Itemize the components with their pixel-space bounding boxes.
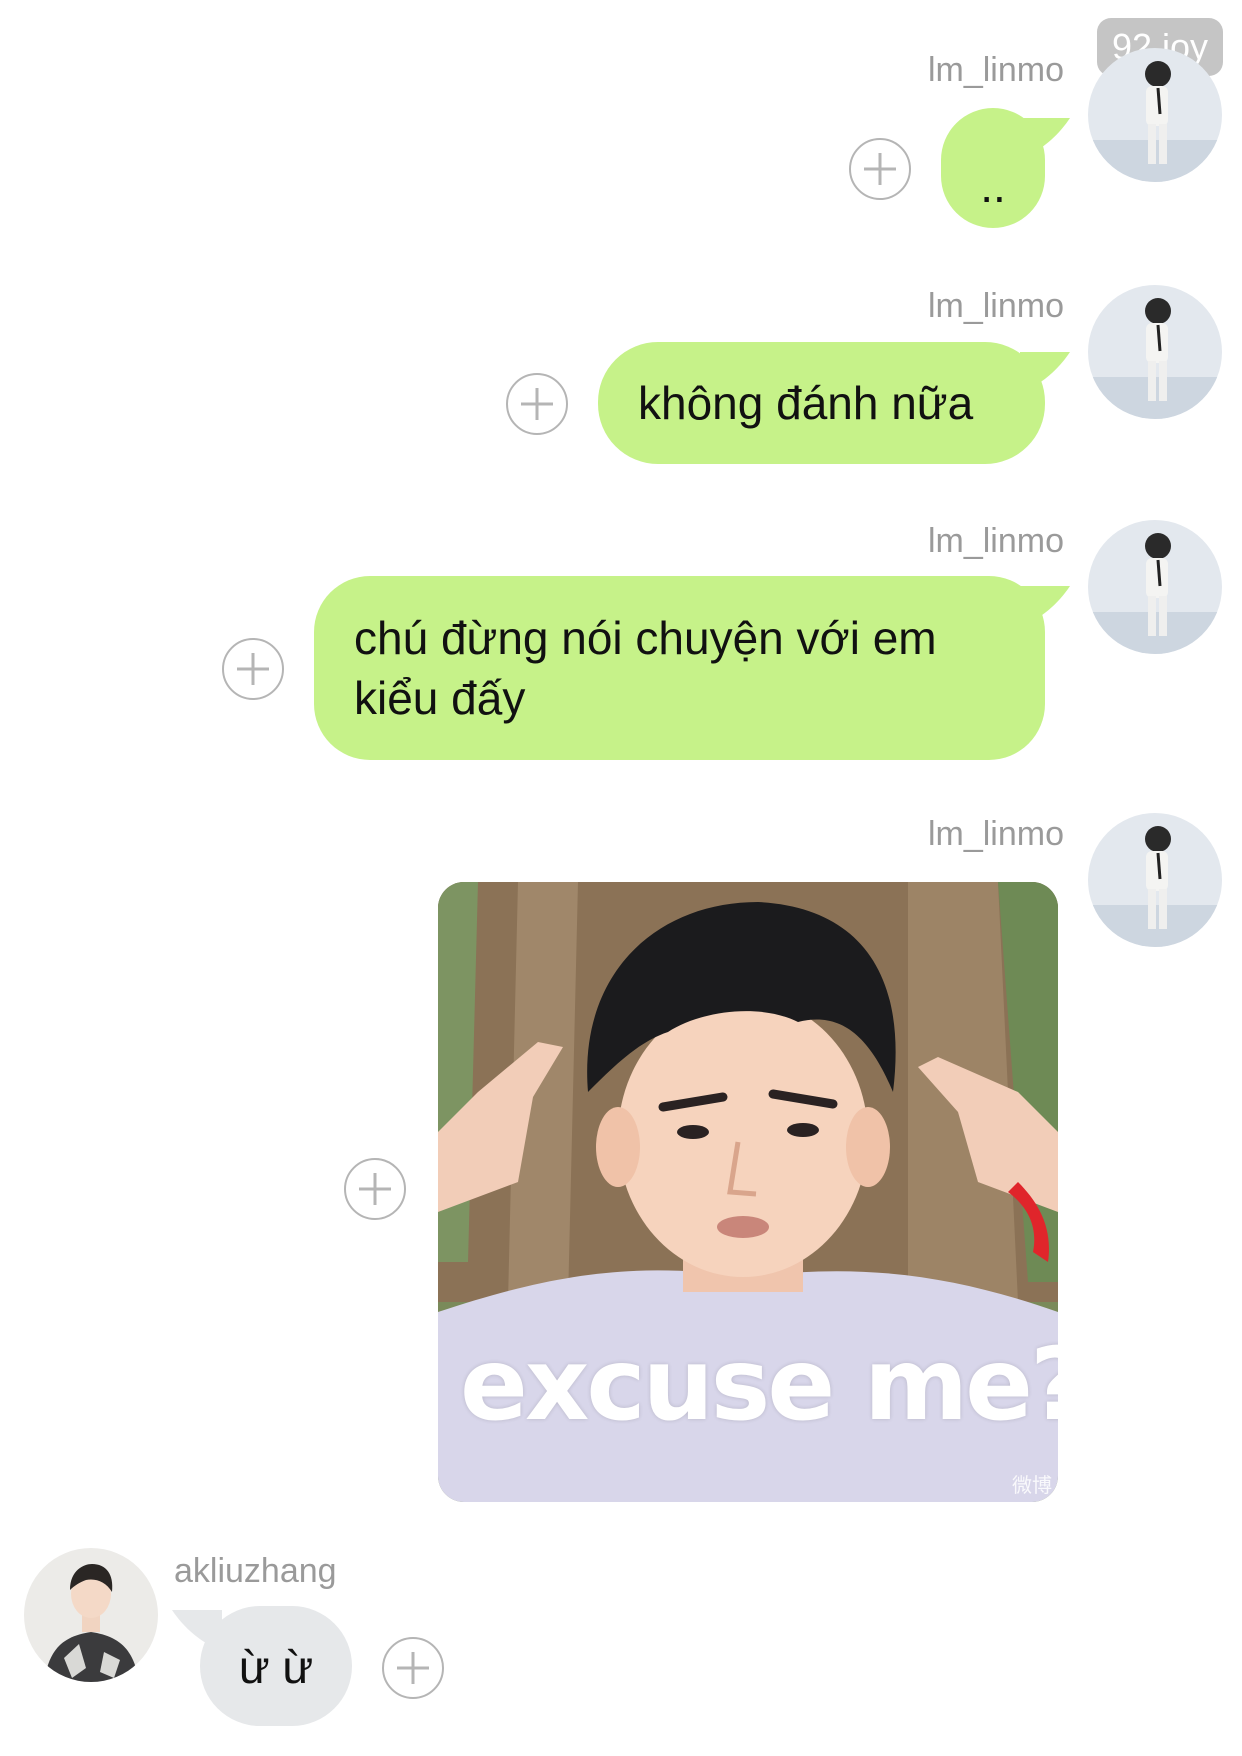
plus-circle-icon[interactable] — [222, 638, 284, 700]
plus-circle-icon[interactable] — [506, 373, 568, 435]
plus-circle-icon[interactable] — [382, 1637, 444, 1699]
sender-name: lm_linmo — [927, 287, 1064, 325]
message-bubble[interactable]: ừ ừ — [200, 1606, 352, 1726]
avatar-image — [1088, 520, 1222, 654]
message-bubble[interactable]: .. — [941, 108, 1045, 228]
message-text-line: chú đừng nói chuyện với em — [354, 612, 937, 664]
plus-circle-icon[interactable] — [344, 1158, 406, 1220]
sender-name: akliuzhang — [174, 1552, 337, 1590]
avatar-image — [1088, 48, 1222, 182]
avatar[interactable] — [1088, 520, 1222, 654]
avatar-image — [1088, 285, 1222, 419]
avatar[interactable] — [24, 1548, 158, 1682]
sender-name: lm_linmo — [927, 51, 1064, 89]
message-text-line: kiểu đấy — [354, 672, 526, 724]
sticker-caption: excuse me? — [460, 1326, 1058, 1443]
sender-name: lm_linmo — [927, 815, 1064, 853]
avatar-image — [24, 1548, 158, 1682]
sticker-image[interactable]: excuse me? 微博 — [438, 882, 1058, 1502]
avatar[interactable] — [1088, 813, 1222, 947]
sender-name: lm_linmo — [927, 522, 1064, 560]
message-bubble[interactable]: không đánh nữa — [598, 342, 1045, 464]
message-bubble[interactable]: chú đừng nói chuyện với em kiểu đấy — [314, 576, 1045, 760]
sticker-source-mark: 微博 — [1012, 1475, 1052, 1497]
plus-circle-icon[interactable] — [849, 138, 911, 200]
avatar[interactable] — [1088, 285, 1222, 419]
avatar[interactable] — [1088, 48, 1222, 182]
avatar-image — [1088, 813, 1222, 947]
